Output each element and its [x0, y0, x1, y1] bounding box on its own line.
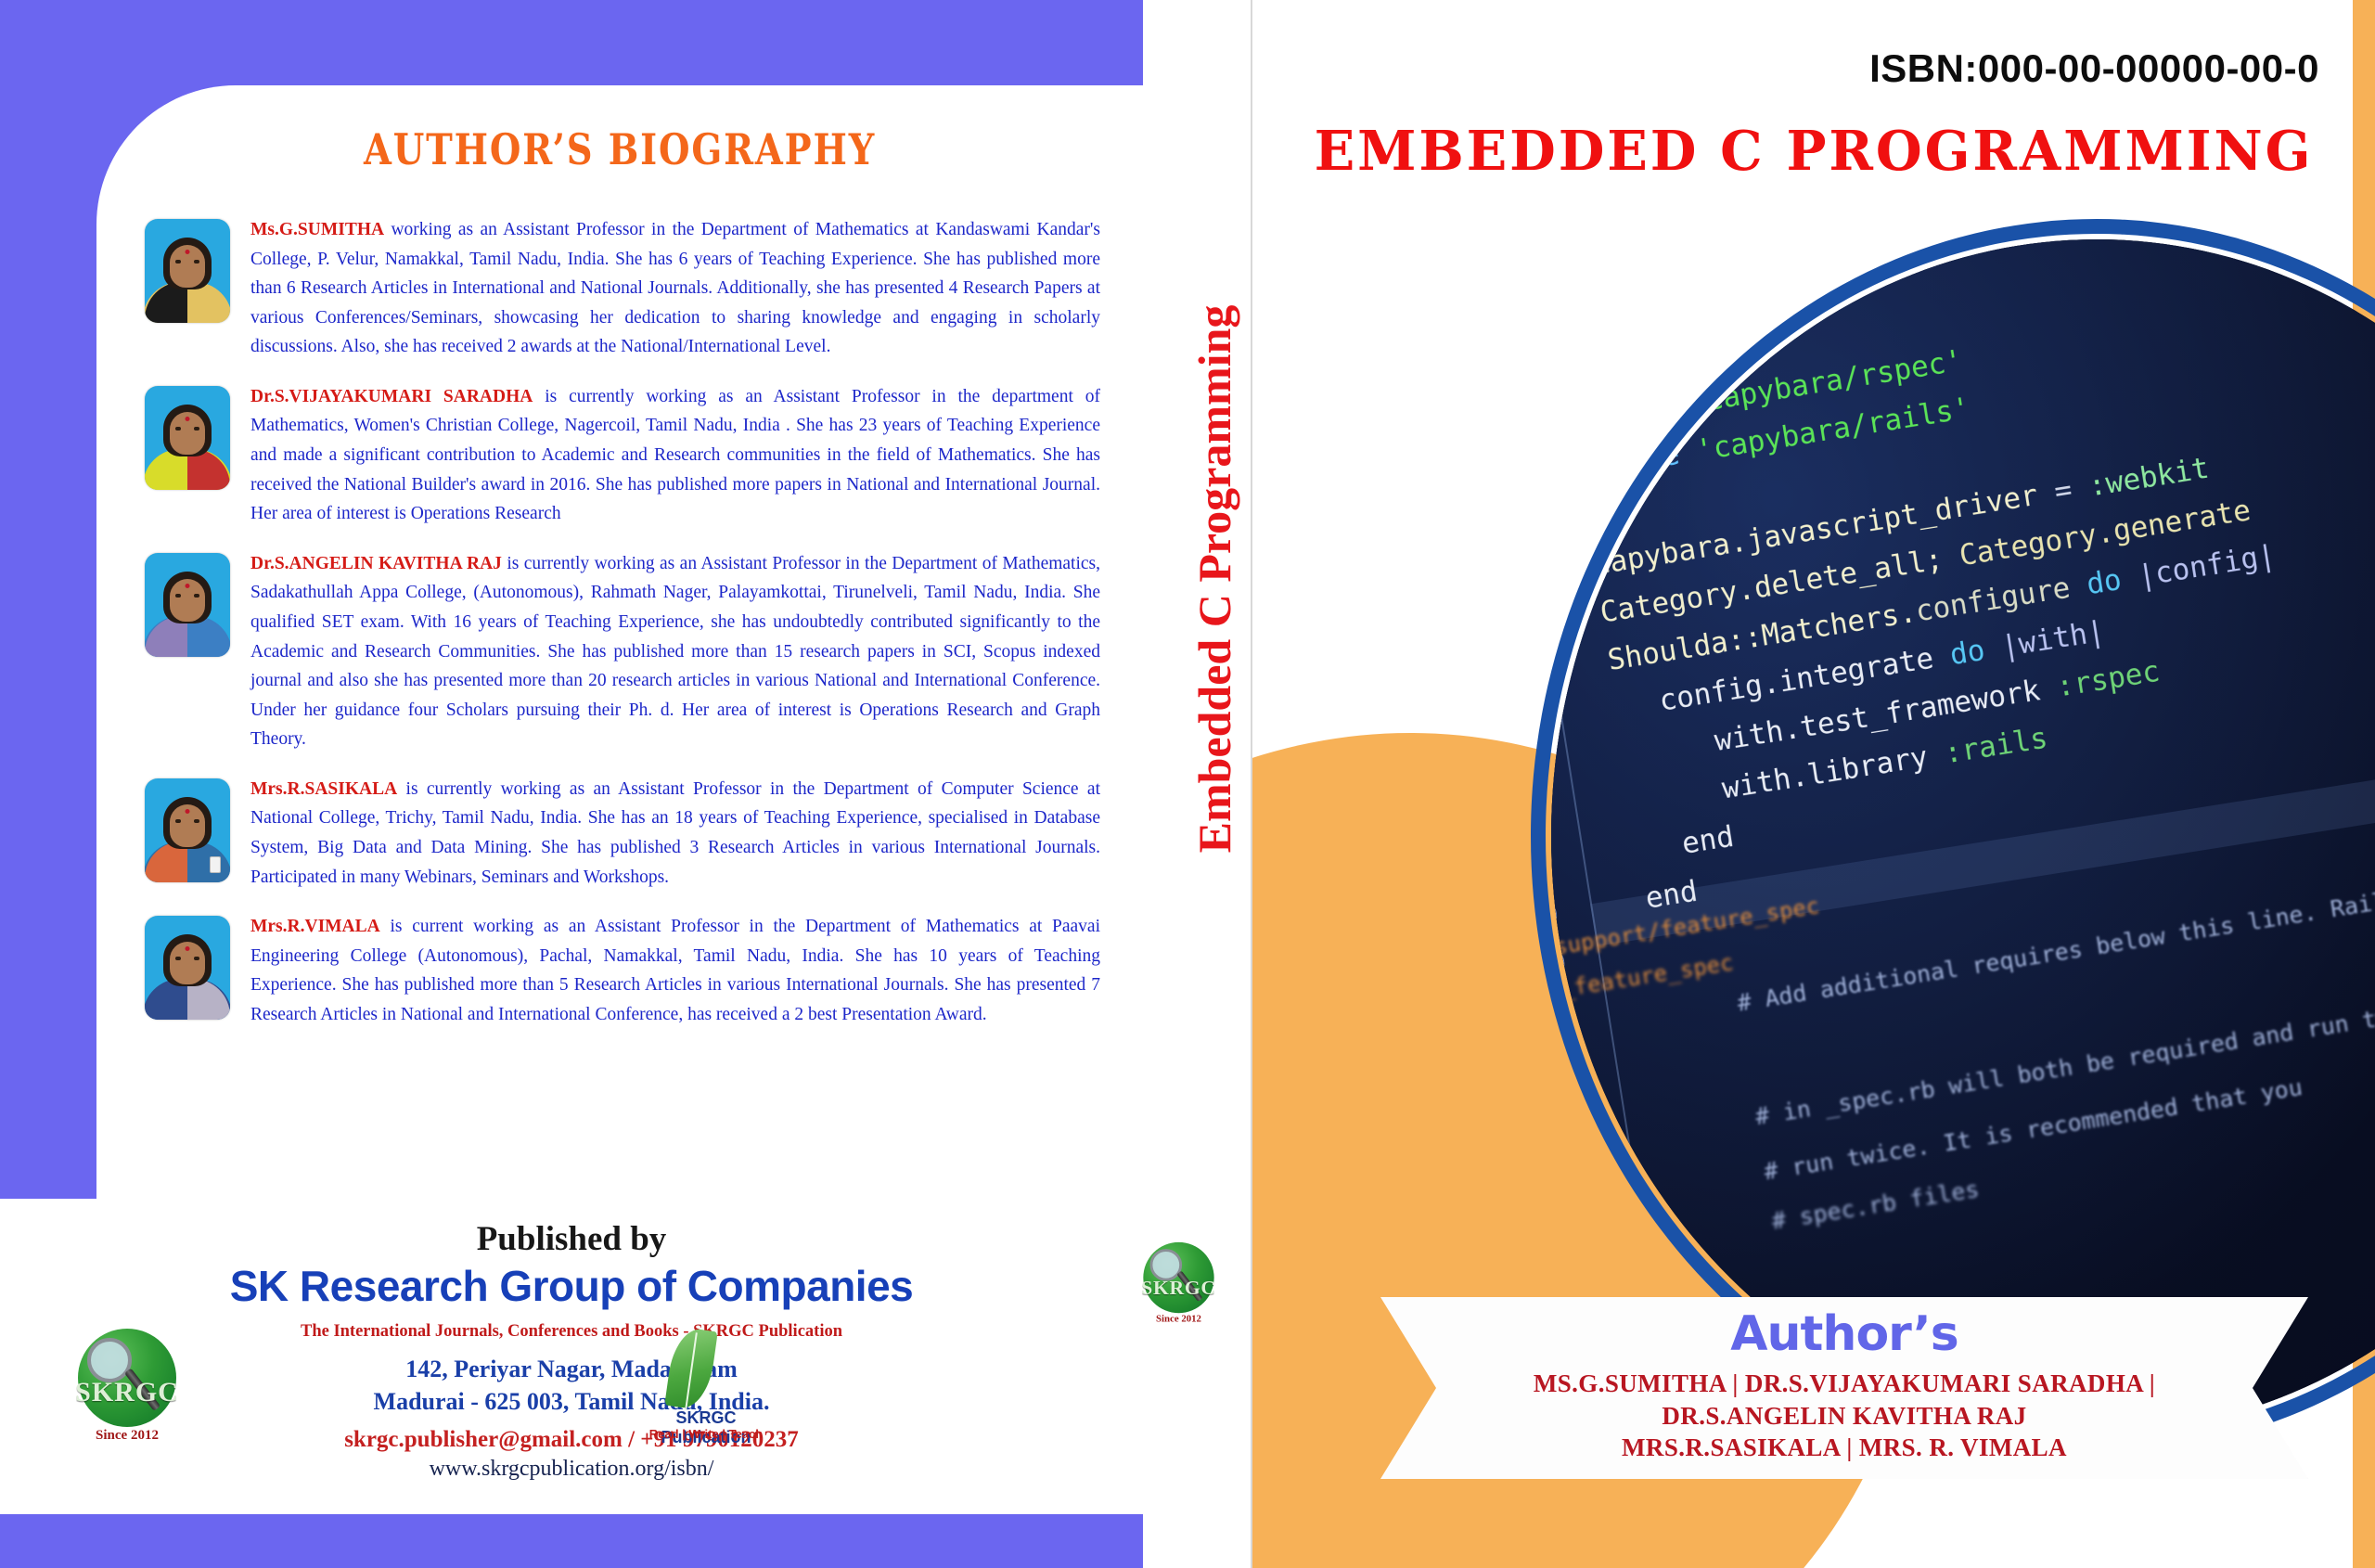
bio-entry: Dr.S.VIJAYAKUMARI SARADHA is currently w…: [145, 382, 1100, 529]
spine-skrgc-logo-icon: SKRGC Since 2012: [1139, 1240, 1218, 1325]
skrgc-logo-word: SKRGC: [1141, 1277, 1216, 1300]
publisher-name: SK Research Group of Companies: [229, 1261, 914, 1310]
bio-author-name: Dr.S.VIJAYAKUMARI SARADHA: [250, 386, 533, 406]
author-photo: [145, 385, 230, 490]
skrgc-since-label: Since 2012: [1156, 1313, 1201, 1325]
skrgc-logo-icon: SKRGC Since 2012: [72, 1325, 182, 1444]
author-photo: [145, 778, 230, 882]
biography-list: Ms.G.SUMITHA working as an Assistant Pro…: [145, 215, 1100, 1049]
book-title: EMBEDDED C PROGRAMMING: [1314, 119, 2314, 183]
author-photo: [145, 552, 230, 657]
bio-entry: Dr.S.ANGELIN KAVITHA RAJ is currently wo…: [145, 549, 1100, 754]
authors-line-3: MRS.R.SASIKALA | MRS. R. VIMALA: [1622, 1433, 2067, 1462]
feather-quill-icon: SKRGC Publication Read | Write | Teach: [636, 1326, 776, 1446]
isbn-label: ISBN:000-00-00000-00-0: [1869, 46, 2319, 90]
bio-paragraph: Ms.G.SUMITHA working as an Assistant Pro…: [250, 215, 1100, 362]
authors-heading: Author’s: [1730, 1306, 1958, 1362]
authors-line-2: DR.S.ANGELIN KAVITHA RAJ: [1662, 1401, 2027, 1430]
spine-title: Embedded C Programming: [1188, 304, 1240, 854]
biography-panel: AUTHOR’S BIOGRAPHY Ms.G.SUMITHA working …: [96, 85, 1143, 1210]
bio-author-name: Mrs.R.SASIKALA: [250, 778, 398, 799]
publisher-website[interactable]: www.skrgcpublication.org/isbn/: [0, 1457, 1143, 1482]
bio-body: is currently working as an Assistant Pro…: [250, 386, 1100, 524]
authors-line-1: MS.G.SUMITHA | DR.S.VIJAYAKUMARI SARADHA…: [1533, 1369, 2156, 1397]
id-badge-icon: [210, 855, 221, 873]
book-cover: AUTHOR’S BIOGRAPHY Ms.G.SUMITHA working …: [0, 0, 2375, 1568]
magnifier-icon: [87, 1338, 132, 1382]
bio-author-name: Dr.S.ANGELIN KAVITHA RAJ: [250, 553, 502, 573]
bio-entry: Mrs.R.VIMALA is current working as an As…: [145, 912, 1100, 1029]
front-cover: ISBN:000-00-00000-00-0 EMBEDDED C PROGRA…: [1252, 0, 2375, 1568]
biography-heading: AUTHOR’S BIOGRAPHY: [363, 124, 877, 174]
skrgc-since-label: Since 2012: [96, 1428, 159, 1443]
bio-entry: Ms.G.SUMITHA working as an Assistant Pro…: [145, 215, 1100, 362]
authors-names: MS.G.SUMITHA | DR.S.VIJAYAKUMARI SARADHA…: [1380, 1368, 2308, 1464]
bio-paragraph: Dr.S.VIJAYAKUMARI SARADHA is currently w…: [250, 382, 1100, 529]
bio-paragraph: Mrs.R.SASIKALA is currently working as a…: [250, 775, 1100, 892]
author-photo: [145, 219, 230, 323]
bio-entry: Mrs.R.SASIKALA is currently working as a…: [145, 775, 1100, 892]
back-cover: AUTHOR’S BIOGRAPHY Ms.G.SUMITHA working …: [0, 0, 1143, 1568]
bio-paragraph: Mrs.R.VIMALA is current working as an As…: [250, 912, 1100, 1029]
published-by-label: Published by: [476, 1220, 667, 1258]
author-ribbon: Author’s MS.G.SUMITHA | DR.S.VIJAYAKUMAR…: [1380, 1297, 2308, 1479]
book-spine: Embedded C Programming SKRGC Since 2012: [1141, 0, 1252, 1568]
bio-body: working as an Assistant Professor in the…: [250, 220, 1100, 357]
skrgc-publication-motto: Read | Write | Teach: [648, 1427, 764, 1441]
bio-body: is currently working as an Assistant Pro…: [250, 553, 1101, 750]
skrgc-logo-word: SKRGC: [75, 1377, 179, 1407]
bio-paragraph: Dr.S.ANGELIN KAVITHA RAJ is currently wo…: [250, 549, 1100, 754]
bio-author-name: Ms.G.SUMITHA: [250, 220, 385, 239]
author-photo: [145, 916, 230, 1021]
bio-author-name: Mrs.R.VIMALA: [250, 917, 380, 937]
